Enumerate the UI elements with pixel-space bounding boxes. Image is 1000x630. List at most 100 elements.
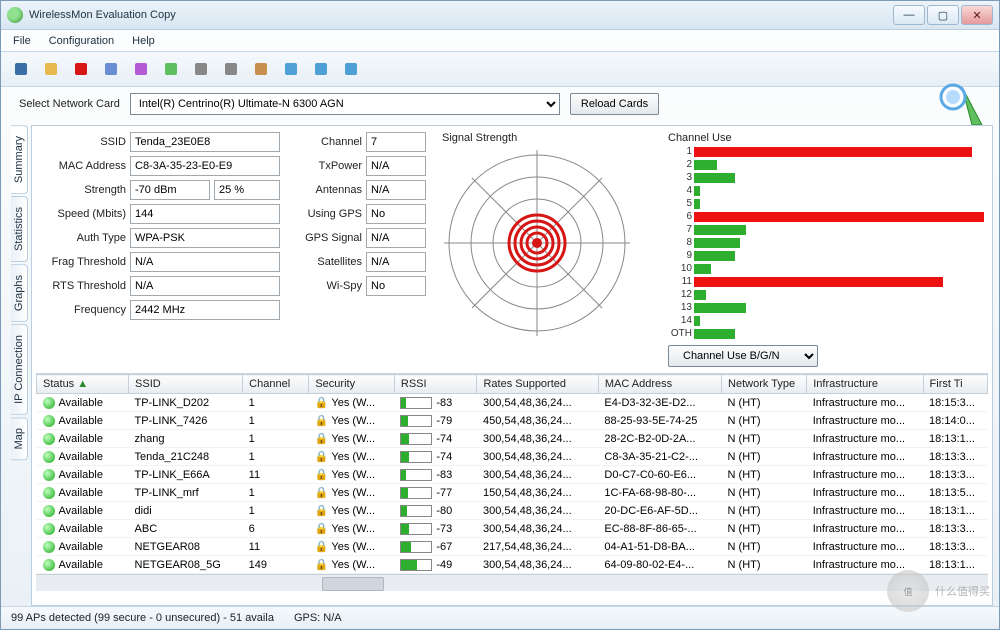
cell-network-type: N (HT) [722, 430, 807, 448]
table-row[interactable]: AvailableTP-LINK_D2021🔒 Yes (W...-83300,… [37, 394, 988, 412]
table-row[interactable]: AvailableNETGEAR08_5G149🔒 Yes (W...-4930… [37, 556, 988, 574]
status-text: Available [59, 415, 103, 427]
channel-bar [694, 212, 984, 222]
cell-mac: C8-3A-35-21-C2-... [598, 448, 721, 466]
cell-security: Yes (W... [331, 559, 375, 571]
lock-icon: 🔒 [315, 505, 329, 517]
col-first-time[interactable]: First Ti [923, 375, 987, 394]
status-dot-icon [43, 541, 55, 553]
reload-cards-button[interactable]: Reload Cards [570, 93, 659, 115]
export-icon[interactable] [159, 57, 183, 81]
table-row[interactable]: Availabledidi1🔒 Yes (W...-80300,54,48,36… [37, 502, 988, 520]
cell-rates: 300,54,48,36,24... [477, 394, 598, 412]
auth-label: Auth Type [40, 232, 126, 244]
cell-rssi: -77 [436, 487, 452, 499]
channel-use-title: Channel Use [668, 132, 984, 144]
channel-bar [694, 329, 735, 339]
wispy-field: No [366, 276, 426, 296]
cell-channel: 6 [243, 520, 309, 538]
col-infrastructure[interactable]: Infrastructure [807, 375, 923, 394]
table-row[interactable]: AvailableTenda_21C2481🔒 Yes (W...-74300,… [37, 448, 988, 466]
rssi-bar [400, 451, 432, 463]
status-dot-icon [43, 469, 55, 481]
channel-bar [694, 238, 740, 248]
lock-icon: 🔒 [315, 397, 329, 409]
minimize-button[interactable]: — [893, 5, 925, 25]
col-rssi[interactable]: RSSI [394, 375, 477, 394]
lock-icon: 🔒 [315, 433, 329, 445]
cell-infrastructure: Infrastructure mo... [807, 484, 923, 502]
close-button[interactable]: ✕ [961, 5, 993, 25]
col-status[interactable]: Status ▲ [37, 375, 129, 394]
speed-field: 144 [130, 204, 280, 224]
col-channel[interactable]: Channel [243, 375, 309, 394]
tab-graphs[interactable]: Graphs [11, 264, 28, 322]
cell-network-type: N (HT) [722, 448, 807, 466]
col-ssid[interactable]: SSID [129, 375, 243, 394]
cell-first-time: 18:13:5... [923, 484, 987, 502]
col-mac[interactable]: MAC Address [598, 375, 721, 394]
table-row[interactable]: AvailableTP-LINK_E66A11🔒 Yes (W...-83300… [37, 466, 988, 484]
table-row[interactable]: AvailableNETGEAR0811🔒 Yes (W...-67217,54… [37, 538, 988, 556]
cell-network-type: N (HT) [722, 394, 807, 412]
channel-label: 6 [668, 211, 692, 222]
print-icon[interactable] [189, 57, 213, 81]
copy-icon[interactable] [219, 57, 243, 81]
cell-ssid: ABC [129, 520, 243, 538]
clipboard-icon[interactable] [249, 57, 273, 81]
table-row[interactable]: AvailableABC6🔒 Yes (W...-73300,54,48,36,… [37, 520, 988, 538]
maximize-button[interactable]: ▢ [927, 5, 959, 25]
cell-security: Yes (W... [331, 397, 375, 409]
cell-first-time: 18:13:3... [923, 466, 987, 484]
cell-network-type: N (HT) [722, 556, 807, 574]
windows-icon[interactable] [129, 57, 153, 81]
ap-table-wrap: Status ▲ SSID Channel Security RSSI Rate… [36, 373, 988, 605]
horizontal-scrollbar[interactable] [36, 574, 988, 591]
cell-security: Yes (W... [331, 487, 375, 499]
tab-summary[interactable]: Summary [11, 125, 28, 194]
cell-channel: 1 [243, 412, 309, 430]
table-row[interactable]: AvailableTP-LINK_mrf1🔒 Yes (W...-77150,5… [37, 484, 988, 502]
channel-label: OTH [668, 328, 692, 339]
cell-security: Yes (W... [331, 505, 375, 517]
table-row[interactable]: Availablezhang1🔒 Yes (W...-74300,54,48,3… [37, 430, 988, 448]
channel-label: 13 [668, 302, 692, 313]
statusbar: 99 APs detected (99 secure - 0 unsecured… [1, 606, 999, 629]
save-icon[interactable] [9, 57, 33, 81]
cell-mac: 20-DC-E6-AF-5D... [598, 502, 721, 520]
channel-use-select[interactable]: Channel Use B/G/N [668, 345, 818, 367]
cell-ssid: NETGEAR08 [129, 538, 243, 556]
status-dot-icon [43, 559, 55, 571]
network-card-select[interactable]: Intel(R) Centrino(R) Ultimate-N 6300 AGN [130, 93, 560, 115]
status-text: Available [59, 559, 103, 571]
window-title: WirelessMon Evaluation Copy [29, 9, 893, 21]
target-icon[interactable] [69, 57, 93, 81]
cell-channel: 1 [243, 430, 309, 448]
mac-field: C8-3A-35-23-E0-E9 [130, 156, 280, 176]
help-icon[interactable] [339, 57, 363, 81]
lock-icon: 🔒 [315, 451, 329, 463]
channel-label: 3 [668, 172, 692, 183]
col-security[interactable]: Security [309, 375, 395, 394]
tab-map[interactable]: Map [11, 417, 28, 460]
menu-file[interactable]: File [13, 35, 31, 47]
lock-icon: 🔒 [315, 523, 329, 535]
table-row[interactable]: AvailableTP-LINK_74261🔒 Yes (W...-79450,… [37, 412, 988, 430]
cell-security: Yes (W... [331, 451, 375, 463]
cell-channel: 1 [243, 448, 309, 466]
folder-icon[interactable] [39, 57, 63, 81]
col-network-type[interactable]: Network Type [722, 375, 807, 394]
status-text: Available [59, 469, 103, 481]
tab-statistics[interactable]: Statistics [11, 196, 28, 262]
refresh-icon[interactable] [309, 57, 333, 81]
cell-network-type: N (HT) [722, 466, 807, 484]
channel-label: 2 [668, 159, 692, 170]
globe-icon[interactable] [279, 57, 303, 81]
col-rates[interactable]: Rates Supported [477, 375, 598, 394]
tab-ip-connection[interactable]: IP Connection [11, 324, 28, 415]
link-icon[interactable] [99, 57, 123, 81]
ssid-field: Tenda_23E0E8 [130, 132, 280, 152]
menu-configuration[interactable]: Configuration [49, 35, 114, 47]
channel-label: 8 [668, 237, 692, 248]
menu-help[interactable]: Help [132, 35, 155, 47]
